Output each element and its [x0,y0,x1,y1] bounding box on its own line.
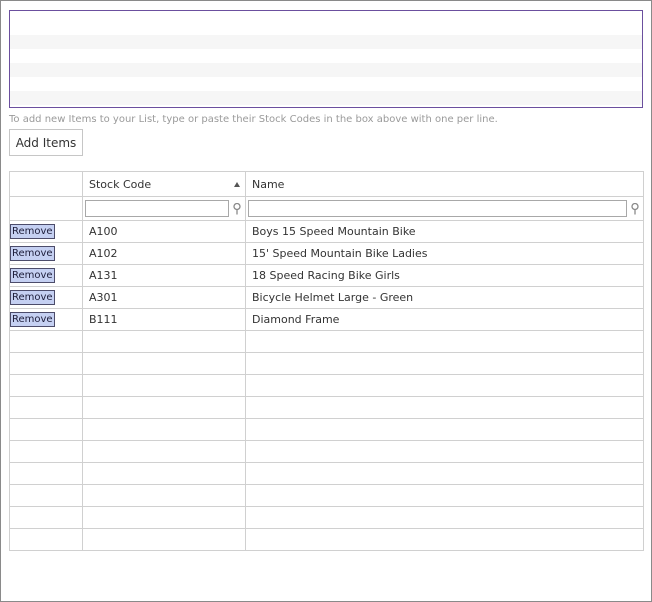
empty-cell [245,484,644,507]
empty-table-row [9,506,644,529]
empty-cell [9,396,83,419]
grid-filter-row [9,196,644,221]
remove-button[interactable]: Remove [10,312,55,327]
empty-cell [245,528,644,551]
cell-name: Boys 15 Speed Mountain Bike [245,220,644,243]
empty-table-row [9,440,644,463]
sort-ascending-icon [234,181,240,187]
empty-cell [82,440,246,463]
empty-cell [9,330,83,353]
empty-cell [245,352,644,375]
filter-cell-stock-code [82,196,246,221]
empty-table-row [9,396,644,419]
empty-cell [82,484,246,507]
cell-name: 15' Speed Mountain Bike Ladies [245,242,644,265]
empty-cell [9,484,83,507]
table-row: Remove A131 18 Speed Racing Bike Girls [9,264,644,287]
add-items-button[interactable]: Add Items [9,129,83,156]
grid-header-row: Stock Code Name [9,171,644,197]
table-row: Remove A301 Bicycle Helmet Large - Green [9,286,644,309]
filter-pin-icon[interactable] [231,200,243,217]
empty-table-row [9,418,644,441]
remove-button[interactable]: Remove [10,268,55,283]
cell-stock-code: A131 [82,264,246,287]
empty-cell [82,418,246,441]
empty-cell [9,352,83,375]
column-header-actions [9,171,83,197]
empty-table-row [9,330,644,353]
empty-cell [82,330,246,353]
empty-cell [245,374,644,397]
cell-stock-code: A100 [82,220,246,243]
empty-cell [9,440,83,463]
grid-body: Remove A100 Boys 15 Speed Mountain Bike … [9,220,644,551]
help-text: To add new Items to your List, type or p… [9,114,498,125]
empty-cell [82,352,246,375]
empty-cell [9,462,83,485]
empty-table-row [9,528,644,551]
empty-cell [82,396,246,419]
empty-cell [245,396,644,419]
empty-cell [245,418,644,441]
items-grid: Stock Code Name Remove A100 Boys 15 Spee… [9,171,644,551]
column-header-stock-code[interactable]: Stock Code [82,171,246,197]
empty-cell [245,506,644,529]
remove-button[interactable]: Remove [10,290,55,305]
empty-cell [82,528,246,551]
cell-name: 18 Speed Racing Bike Girls [245,264,644,287]
empty-cell [9,418,83,441]
cell-stock-code: A301 [82,286,246,309]
empty-table-row [9,462,644,485]
column-header-label: Stock Code [89,177,152,191]
table-row: Remove A102 15' Speed Mountain Bike Ladi… [9,242,644,265]
cell-stock-code: A102 [82,242,246,265]
empty-table-row [9,374,644,397]
empty-cell [245,330,644,353]
remove-button[interactable]: Remove [10,246,55,261]
stock-codes-textarea[interactable] [9,10,643,108]
empty-table-row [9,484,644,507]
empty-cell [9,506,83,529]
empty-cell [245,462,644,485]
empty-cell [9,374,83,397]
table-row: Remove A100 Boys 15 Speed Mountain Bike [9,220,644,243]
empty-cell [82,374,246,397]
cell-name: Bicycle Helmet Large - Green [245,286,644,309]
empty-cell [82,506,246,529]
table-row: Remove B111 Diamond Frame [9,308,644,331]
filter-input-name[interactable] [248,200,627,217]
filter-pin-icon[interactable] [629,200,641,217]
filter-cell-empty [9,196,83,221]
column-header-name[interactable]: Name [245,171,644,197]
filter-cell-name [245,196,644,221]
filter-input-stock-code[interactable] [85,200,229,217]
remove-button[interactable]: Remove [10,224,55,239]
cell-stock-code: B111 [82,308,246,331]
empty-table-row [9,352,644,375]
cell-name: Diamond Frame [245,308,644,331]
empty-cell [245,440,644,463]
empty-cell [82,462,246,485]
empty-cell [9,528,83,551]
